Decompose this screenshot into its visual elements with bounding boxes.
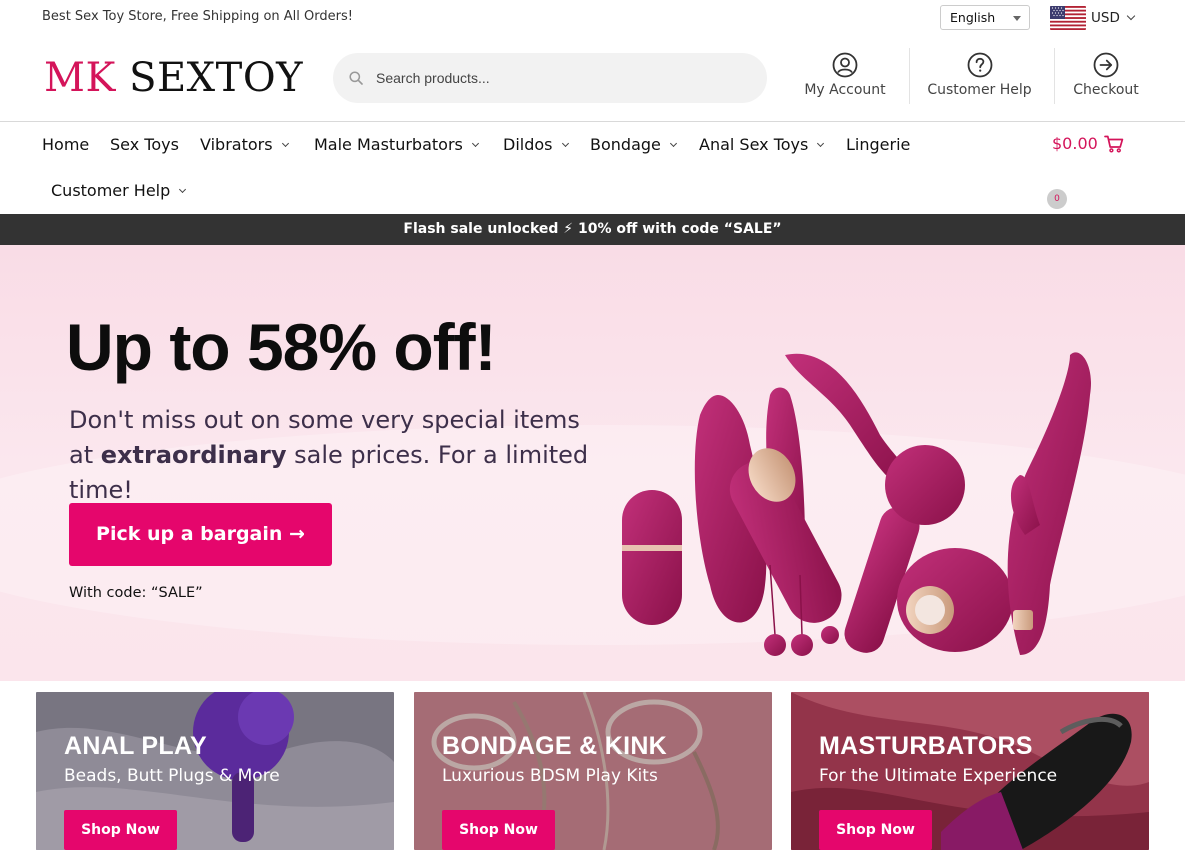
checkout-label: Checkout: [1073, 82, 1139, 98]
chevron-down-icon: [471, 139, 479, 147]
chevron-down-icon: [561, 139, 569, 147]
search-input[interactable]: [376, 65, 746, 91]
my-account-link[interactable]: My Account: [800, 52, 890, 106]
currency-switcher[interactable]: USD: [1050, 5, 1136, 30]
header-divider: [909, 48, 910, 104]
chevron-down-icon: [669, 139, 677, 147]
checkout-icon: [1093, 52, 1119, 78]
hero-title: Up to 58% off!: [66, 310, 497, 384]
hero-code-note: With code: “SALE”: [69, 585, 203, 601]
chevron-down-icon: [179, 185, 187, 193]
category-card-masturbators[interactable]: MASTURBATORS For the Ultimate Experience…: [791, 692, 1149, 850]
category-card-anal-play[interactable]: ANAL PLAY Beads, Butt Plugs & More Shop …: [36, 692, 394, 850]
chevron-down-icon: [1126, 11, 1136, 21]
language-select[interactable]: English: [940, 5, 1030, 30]
hero-subtitle-bold: extraordinary: [100, 441, 287, 469]
chevron-down-icon: [281, 139, 289, 147]
nav-label: Customer Help: [51, 181, 171, 200]
nav-customer-help[interactable]: Customer Help: [51, 181, 187, 200]
nav-vibrators[interactable]: Vibrators: [200, 135, 289, 154]
us-flag-icon: [1050, 5, 1086, 30]
nav-label: Lingerie: [846, 135, 911, 154]
card-subtitle: Luxurious BDSM Play Kits: [442, 766, 658, 786]
nav-label: Vibrators: [200, 135, 273, 154]
customer-help-label: Customer Help: [927, 82, 1032, 98]
card-subtitle: Beads, Butt Plugs & More: [64, 766, 280, 786]
hero-banner: Up to 58% off! Don't miss out on some ve…: [0, 245, 1185, 681]
nav-label: Home: [42, 135, 90, 154]
logo-sextoy: SEXTOY: [129, 55, 304, 101]
nav-label: Male Masturbators: [314, 135, 463, 154]
dropdown-caret-icon: [1013, 16, 1021, 21]
account-icon: [832, 52, 858, 78]
search-icon[interactable]: [349, 71, 363, 85]
shop-now-button[interactable]: Shop Now: [64, 810, 177, 850]
bargain-button[interactable]: Pick up a bargain →: [69, 503, 332, 566]
nav-home[interactable]: Home: [42, 135, 89, 154]
cart-count-badge: 0: [1047, 189, 1067, 209]
product-group-image: [622, 352, 1091, 656]
cart-button[interactable]: $0.00: [1052, 134, 1124, 153]
nav-label: Bondage: [590, 135, 661, 154]
customer-help-link[interactable]: Customer Help: [922, 52, 1037, 106]
language-value: English: [950, 10, 996, 25]
card-title: BONDAGE & KINK: [442, 732, 668, 760]
card-title: ANAL PLAY: [64, 732, 208, 760]
nav-divider: [0, 121, 1185, 122]
promo-text: Best Sex Toy Store, Free Shipping on All…: [42, 9, 353, 24]
shop-now-button[interactable]: Shop Now: [819, 810, 932, 850]
header-divider: [1054, 48, 1055, 104]
category-card-bondage-kink[interactable]: BONDAGE & KINK Luxurious BDSM Play Kits …: [414, 692, 772, 850]
nav-label: Dildos: [503, 135, 553, 154]
nav-dildos[interactable]: Dildos: [503, 135, 569, 154]
cart-total: $0.00: [1052, 134, 1098, 153]
nav-label: Sex Toys: [110, 135, 179, 154]
logo-mk: MK: [44, 55, 116, 101]
flash-sale-bar: Flash sale unlocked ⚡ 10% off with code …: [0, 214, 1185, 245]
currency-label: USD: [1091, 9, 1120, 26]
nav-lingerie[interactable]: Lingerie: [846, 135, 910, 154]
nav-bondage[interactable]: Bondage: [590, 135, 677, 154]
nav-sex-toys[interactable]: Sex Toys: [110, 135, 179, 154]
checkout-link[interactable]: Checkout: [1066, 52, 1146, 106]
shop-now-button[interactable]: Shop Now: [442, 810, 555, 850]
site-logo[interactable]: MK SEXTOY: [44, 54, 303, 102]
search-bar: [333, 53, 767, 103]
chevron-down-icon: [817, 139, 825, 147]
hero-subtitle: Don't miss out on some very special item…: [69, 403, 609, 508]
card-subtitle: For the Ultimate Experience: [819, 766, 1058, 786]
nav-label: Anal Sex Toys: [699, 135, 809, 154]
cart-icon: [1103, 135, 1124, 153]
my-account-label: My Account: [804, 82, 886, 98]
nav-male-masturbators[interactable]: Male Masturbators: [314, 135, 479, 154]
top-bar: Best Sex Toy Store, Free Shipping on All…: [0, 0, 1200, 36]
help-icon: [967, 52, 992, 78]
card-title: MASTURBATORS: [819, 732, 1033, 760]
nav-anal-sex-toys[interactable]: Anal Sex Toys: [699, 135, 825, 154]
